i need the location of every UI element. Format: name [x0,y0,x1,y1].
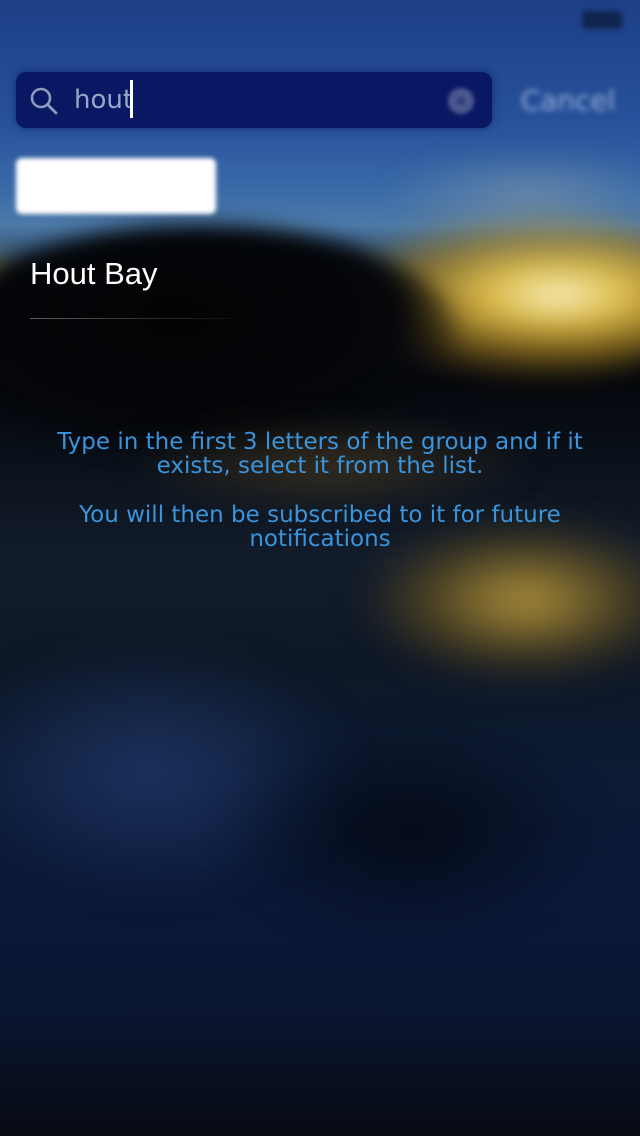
search-input[interactable] [74,82,434,118]
segment-0[interactable] [16,158,216,214]
background-water-dark [220,720,600,940]
instruction-text-2: You will then be subscribed to it for fu… [79,502,561,552]
search-icon [30,87,58,115]
instruction-text-1: Type in the first 3 letters of the group… [57,429,583,479]
status-bar [0,0,640,40]
battery-icon [582,11,622,29]
instructions: Type in the first 3 letters of the group… [40,430,600,551]
text-cursor [130,80,133,118]
segment-1[interactable] [216,158,416,214]
result-divider [30,318,230,319]
clear-icon[interactable]: × [448,88,474,114]
result-label: Hout Bay [30,256,158,291]
bottom-right-button[interactable] [528,1070,618,1110]
segmented-control [16,158,606,216]
result-item-hout-bay[interactable]: Hout Bay [30,250,590,306]
cancel-button[interactable]: Cancel [512,80,624,120]
segment-2[interactable] [416,158,616,214]
